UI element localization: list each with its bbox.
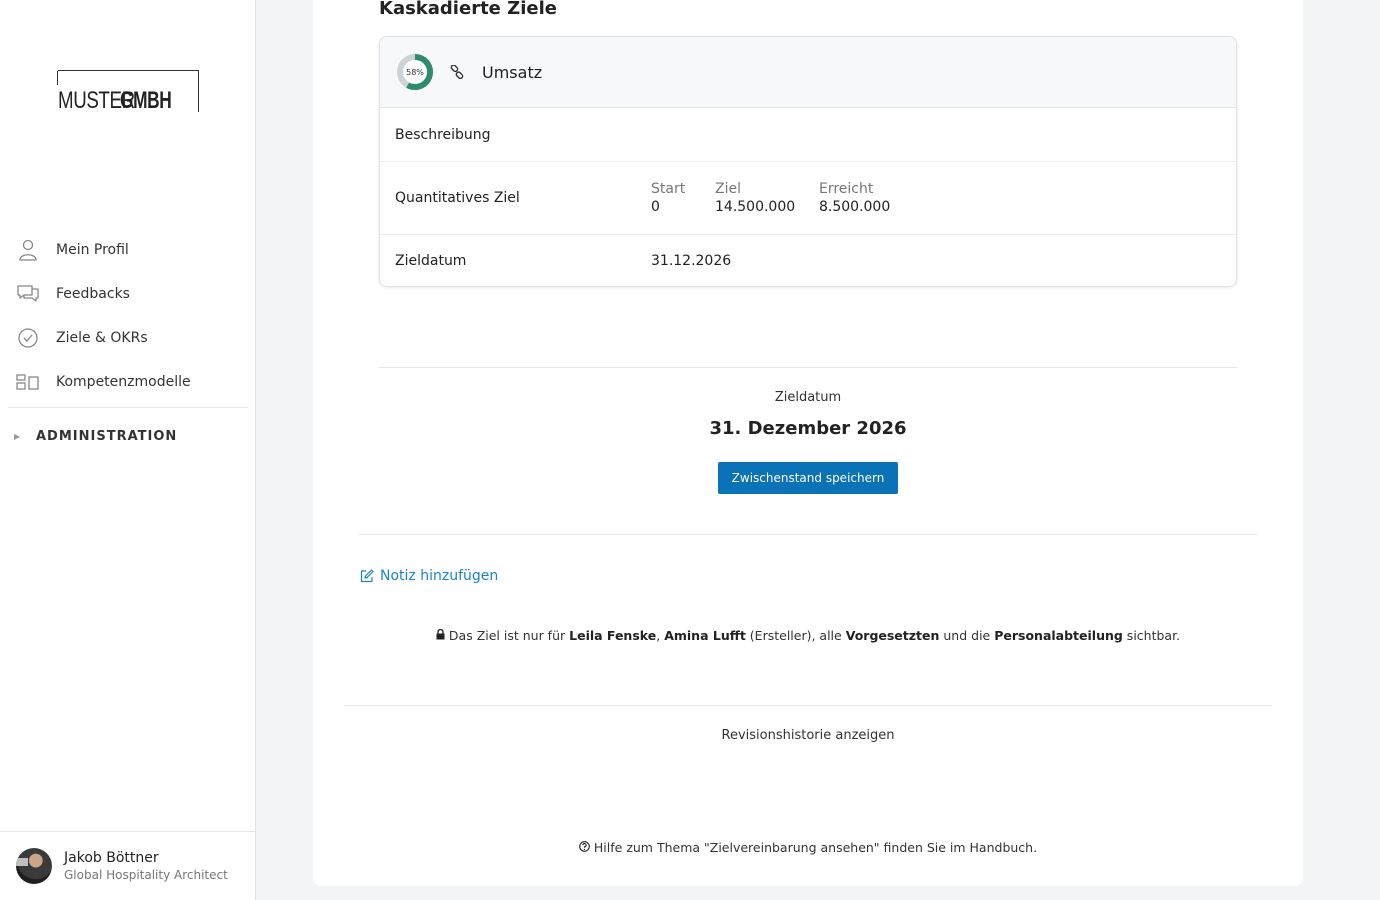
reached-column: Erreicht 8.500.000 [819, 181, 939, 215]
reached-head: Erreicht [819, 181, 874, 197]
user-role: Global Hospitality Architect [64, 868, 228, 882]
chat-icon [16, 282, 40, 306]
logo-frame [57, 71, 58, 85]
caret-right-icon: ▶ [14, 431, 21, 441]
main-card: Kaskadierte Ziele 58% Umsatz Beschreibun… [313, 0, 1303, 886]
avatar [16, 848, 52, 884]
question-circle-icon [579, 840, 590, 855]
sidebar-item-ziele-okrs[interactable]: Ziele & OKRs [8, 316, 248, 360]
section-title: Kaskadierte Ziele [379, 0, 557, 19]
user-name: Jakob Böttner [64, 850, 159, 866]
visibility-group-1: Vorgesetzten [845, 628, 940, 643]
sidebar-item-label: Mein Profil [56, 242, 129, 258]
target-head: Ziel [715, 181, 741, 197]
logo-text: MUSTER GMBH [58, 89, 172, 113]
add-note-link[interactable]: Notiz hinzufügen [360, 568, 498, 584]
user-info: Jakob Böttner Global Hospitality Archite… [64, 850, 228, 882]
zieldatum-label: Zieldatum [774, 390, 842, 405]
visibility-group-2: Personalabteilung [994, 628, 1123, 643]
target-value: 14.500.000 [715, 199, 796, 215]
reached-value: 8.500.000 [819, 199, 891, 215]
sidebar-item-mein-profil[interactable]: Mein Profil [8, 228, 248, 272]
goal-name: Umsatz [482, 62, 543, 82]
start-head: Start [651, 181, 686, 197]
divider [379, 367, 1237, 368]
progress-label: 58% [406, 67, 424, 77]
visibility-creator: (Ersteller), alle [745, 628, 846, 643]
sidebar-item-label: ADMINISTRATION [36, 428, 178, 444]
quantitative-label: Quantitatives Ziel [395, 190, 520, 206]
lock-icon [436, 628, 445, 643]
logo-text-bold: GMBH [120, 87, 172, 114]
divider [359, 534, 1257, 535]
company-logo[interactable]: MUSTER GMBH [57, 70, 199, 113]
sidebar-item-administration[interactable]: ▶ ADMINISTRATION [8, 408, 248, 464]
start-column: Start 0 [651, 181, 715, 215]
zieldatum-value: 31. Dezember 2026 [709, 418, 907, 439]
sidebar-item-kompetenzmodelle[interactable]: Kompetenzmodelle [8, 360, 248, 404]
date-value: 31.12.2026 [651, 253, 732, 269]
user-icon [16, 238, 40, 262]
quantitative-row: Quantitatives Ziel Start 0 Ziel 14.500.0… [380, 162, 1236, 235]
progress-donut: 58% [396, 53, 434, 91]
goal-card: 58% Umsatz Beschreibung Quantitatives Zi… [379, 36, 1237, 287]
edit-icon [360, 569, 374, 583]
goal-header[interactable]: 58% Umsatz [380, 37, 1236, 108]
user-panel[interactable]: Jakob Böttner Global Hospitality Archite… [0, 831, 255, 900]
sidebar: MUSTER GMBH Mein Profil Feedbacks Ziele &… [0, 0, 256, 900]
help-note: Hilfe zum Thema "Zielvereinbarung ansehe… [313, 840, 1303, 855]
grid-icon [16, 370, 40, 394]
visibility-and: und die [939, 628, 995, 643]
visibility-person-2: Amina Lufft [664, 628, 746, 643]
sidebar-item-label: Kompetenzmodelle [56, 374, 191, 390]
help-text[interactable]: Hilfe zum Thema "Zielvereinbarung ansehe… [594, 840, 1037, 855]
visibility-note: Das Ziel ist nur für Leila Fenske, Amina… [313, 628, 1303, 643]
description-row: Beschreibung [380, 108, 1236, 162]
start-value: 0 [651, 199, 660, 215]
sidebar-item-label: Feedbacks [56, 286, 130, 302]
divider [344, 705, 1272, 706]
description-label: Beschreibung [395, 126, 491, 143]
main-nav: Mein Profil Feedbacks Ziele & OKRs Kompe… [8, 228, 248, 464]
sidebar-item-feedbacks[interactable]: Feedbacks [8, 272, 248, 316]
add-note-label: Notiz hinzufügen [380, 568, 499, 584]
date-row: Zieldatum 31.12.2026 [380, 235, 1236, 286]
check-circle-icon [16, 326, 40, 350]
target-column: Ziel 14.500.000 [715, 181, 819, 215]
visibility-person-1: Leila Fenske [569, 628, 657, 643]
visibility-suffix: sichtbar. [1122, 628, 1181, 643]
sidebar-item-label: Ziele & OKRs [56, 330, 148, 346]
revision-history-link[interactable]: Revisionshistorie anzeigen [313, 728, 1303, 743]
date-label: Zieldatum [395, 253, 467, 269]
link-icon [450, 65, 464, 79]
visibility-comma: , [656, 628, 665, 643]
visibility-prefix: Das Ziel ist nur für [448, 628, 570, 643]
save-progress-button[interactable]: Zwischenstand speichern [718, 462, 898, 494]
